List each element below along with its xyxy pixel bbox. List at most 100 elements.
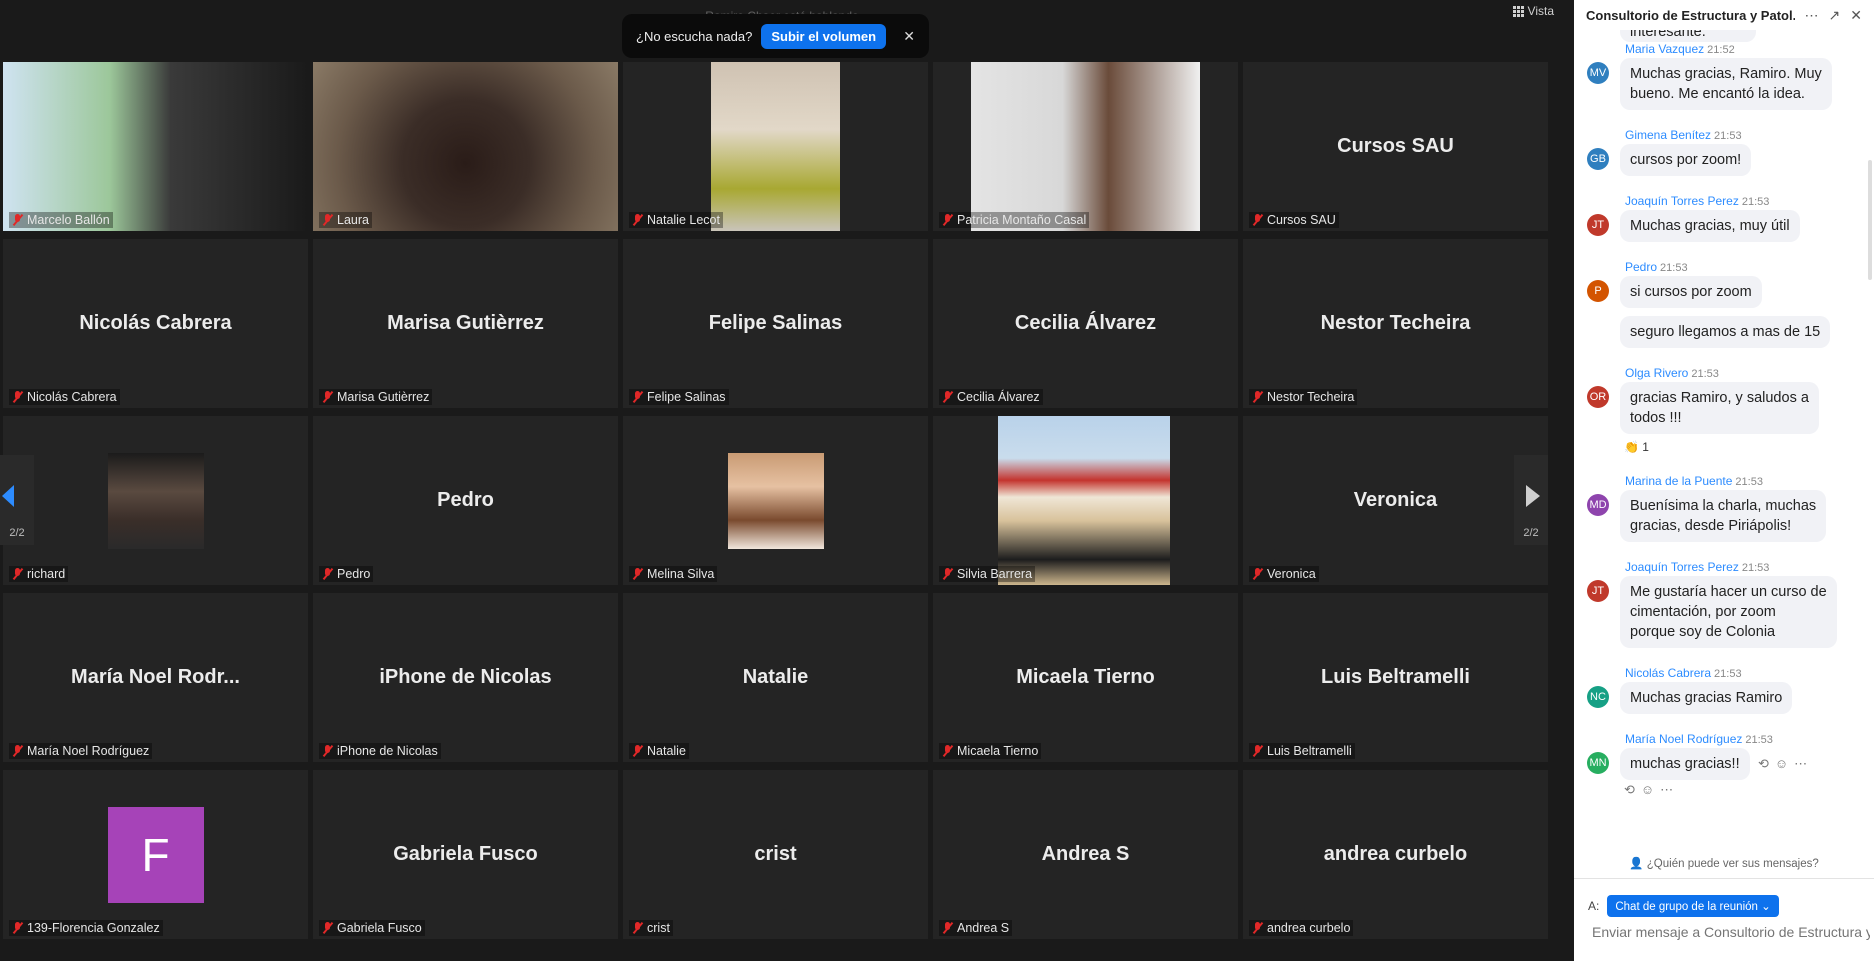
- chat-message: [1574, 366, 1874, 376]
- raise-volume-button[interactable]: Subir el volumen: [761, 23, 887, 49]
- participant-tile[interactable]: Melina Silva: [623, 416, 928, 585]
- participant-name: Nestor Techeira: [1267, 390, 1355, 404]
- participant-tile[interactable]: Silvia Barrera: [933, 416, 1238, 585]
- avatar: GB: [1587, 148, 1609, 170]
- message-reaction[interactable]: 👏 1: [1624, 440, 1649, 454]
- participant-name: Felipe Salinas: [647, 390, 726, 404]
- participant-tile[interactable]: Patricia Montaño Casal: [933, 62, 1238, 231]
- muted-microphone-icon: [322, 568, 333, 580]
- participant-tile[interactable]: Marisa Gutièrrez Marisa Gutièrrez: [313, 239, 618, 408]
- recipient-select[interactable]: Chat de grupo de la reunión ⌄: [1607, 895, 1779, 917]
- audio-prompt-text: ¿No escucha nada?: [636, 28, 753, 44]
- participant-tile[interactable]: Felipe Salinas Felipe Salinas: [623, 239, 928, 408]
- participant-tile[interactable]: crist crist: [623, 770, 928, 939]
- message-timestamp: 21:53: [1691, 368, 1719, 380]
- chat-message-text: porque soy de Colonia: [1630, 624, 1776, 640]
- participant-name-label: Marcelo Ballón: [9, 212, 113, 228]
- participant-video: [3, 62, 308, 231]
- chat-message-sender: Marina de la Puente 21:53: [1625, 474, 1763, 488]
- participant-name-label: richard: [9, 566, 69, 582]
- muted-microphone-icon: [632, 745, 643, 757]
- chat-message-bubble: Muchas gracias Ramiro: [1620, 682, 1793, 714]
- participant-grid: Marcelo Ballón Laura Natalie Lecot Patricia…: [3, 62, 1548, 947]
- participant-video: [971, 62, 1200, 231]
- participant-name-label: Gabriela Fusco: [319, 920, 425, 936]
- participant-display-name: Marisa Gutièrrez: [387, 312, 544, 334]
- chat-scrollbar[interactable]: [1868, 160, 1872, 280]
- message-timestamp: 21:53: [1745, 734, 1773, 746]
- chat-message-sender: Joaquín Torres Perez 21:53: [1625, 560, 1769, 574]
- chat-message-input[interactable]: [1592, 924, 1870, 940]
- participant-tile[interactable]: richard: [3, 416, 308, 585]
- sender-name: Gimena Benítez: [1625, 128, 1712, 142]
- participant-tile[interactable]: Gabriela Fusco Gabriela Fusco: [313, 770, 618, 939]
- participant-tile[interactable]: Natalie Natalie: [623, 593, 928, 762]
- sender-name: Nicolás Cabrera: [1625, 666, 1712, 680]
- participant-name: Patricia Montaño Casal: [957, 213, 1087, 227]
- chat-message-list[interactable]: interesante. Maria Vazquez 21:52 MV Muchas g…: [1574, 30, 1874, 850]
- message-visibility-link[interactable]: 👤 ¿Quién puede ver sus mensajes?: [1574, 856, 1874, 870]
- participant-name-label: Melina Silva: [629, 566, 718, 582]
- participant-tile[interactable]: Nicolás Cabrera Nicolás Cabrera: [3, 239, 308, 408]
- participant-name-label: crist: [629, 920, 673, 936]
- participant-name-label: iPhone de Nicolas: [319, 743, 441, 759]
- participant-display-name: Luis Beltramelli: [1321, 666, 1470, 688]
- chat-message-text: seguro llegamos a mas de 15: [1630, 324, 1821, 340]
- participant-name: Andrea S: [957, 921, 1010, 935]
- muted-microphone-icon: [322, 391, 333, 403]
- participant-tile[interactable]: Micaela Tierno Micaela Tierno: [933, 593, 1238, 762]
- participant-name-label: Felipe Salinas: [629, 389, 729, 405]
- participant-tile[interactable]: iPhone de Nicolas iPhone de Nicolas: [313, 593, 618, 762]
- message-timestamp: 21:53: [1714, 668, 1742, 680]
- avatar: P: [1587, 280, 1609, 302]
- chat-message-text: gracias, desde Piriápolis!: [1630, 518, 1792, 534]
- participant-tile[interactable]: Nestor Techeira Nestor Techeira: [1243, 239, 1548, 408]
- participant-display-name: Natalie: [742, 666, 809, 688]
- participant-tile[interactable]: María Noel Rodr... María Noel Rodríguez: [3, 593, 308, 762]
- chat-message-text: todos !!!: [1630, 410, 1682, 426]
- recipient-value: Chat de grupo de la reunión: [1615, 901, 1758, 913]
- pop-out-icon[interactable]: ↗: [1829, 7, 1841, 24]
- close-icon[interactable]: ✕: [903, 28, 915, 45]
- view-button[interactable]: Vista: [1512, 4, 1554, 18]
- participant-name-label: Laura: [319, 212, 372, 228]
- participant-tile[interactable]: Andrea S Andrea S: [933, 770, 1238, 939]
- muted-microphone-icon: [322, 922, 333, 934]
- participant-tile[interactable]: Natalie Lecot: [623, 62, 928, 231]
- chat-message-bubble: muchas gracias!!: [1620, 748, 1750, 780]
- participant-name-label: Patricia Montaño Casal: [939, 212, 1090, 228]
- participant-profile-photo: [727, 452, 824, 549]
- participant-tile[interactable]: Veronica Veronica: [1243, 416, 1548, 585]
- chat-message-bubble: Muchas gracias, Ramiro. Muy bueno. Me enc…: [1620, 58, 1832, 110]
- participant-tile[interactable]: andrea curbelo andrea curbelo: [1243, 770, 1548, 939]
- muted-microphone-icon: [12, 568, 23, 580]
- participant-tile[interactable]: Cecilia Álvarez Cecilia Álvarez: [933, 239, 1238, 408]
- participant-display-name: Veronica: [1353, 489, 1438, 511]
- chat-message-text: muchas gracias!!: [1630, 756, 1740, 772]
- participant-tile[interactable]: Marcelo Ballón: [3, 62, 308, 231]
- message-action-icons[interactable]: ⟲☺⋯: [1624, 782, 1679, 798]
- participant-tile[interactable]: F 139-Florencia Gonzalez: [3, 770, 308, 939]
- chat-message-text: Muchas gracias, Ramiro. Muy: [1630, 66, 1822, 82]
- next-page-button[interactable]: 2/2: [1514, 455, 1548, 545]
- message-timestamp: 21:53: [1735, 476, 1763, 488]
- participant-name: Micaela Tierno: [957, 744, 1039, 758]
- chat-message-bubble: interesante.: [1620, 30, 1756, 42]
- participant-tile[interactable]: Laura: [313, 62, 618, 231]
- sender-name: Joaquín Torres Perez: [1625, 194, 1739, 208]
- participant-tile[interactable]: Cursos SAU Cursos SAU: [1243, 62, 1548, 231]
- chat-message-bubble: seguro llegamos a mas de 15: [1620, 316, 1831, 348]
- chat-message-text: Buenísima la charla, muchas: [1630, 498, 1817, 514]
- avatar: MD: [1587, 494, 1609, 516]
- chat-message-text: si cursos por zoom: [1630, 284, 1752, 300]
- participant-tile[interactable]: Luis Beltramelli Luis Beltramelli: [1243, 593, 1548, 762]
- more-options-icon[interactable]: ⋯: [1805, 7, 1819, 24]
- message-action-icons[interactable]: ⟲☺⋯: [1758, 756, 1813, 772]
- previous-page-button[interactable]: 2/2: [0, 455, 34, 545]
- close-icon[interactable]: ✕: [1850, 7, 1862, 24]
- participant-tile[interactable]: Pedro Pedro: [313, 416, 618, 585]
- muted-microphone-icon: [942, 745, 953, 757]
- message-visibility-text: ¿Quién puede ver sus mensajes?: [1646, 858, 1819, 870]
- participant-name: Cursos SAU: [1267, 213, 1336, 227]
- chat-message-text: bueno. Me encantó la idea.: [1630, 86, 1805, 102]
